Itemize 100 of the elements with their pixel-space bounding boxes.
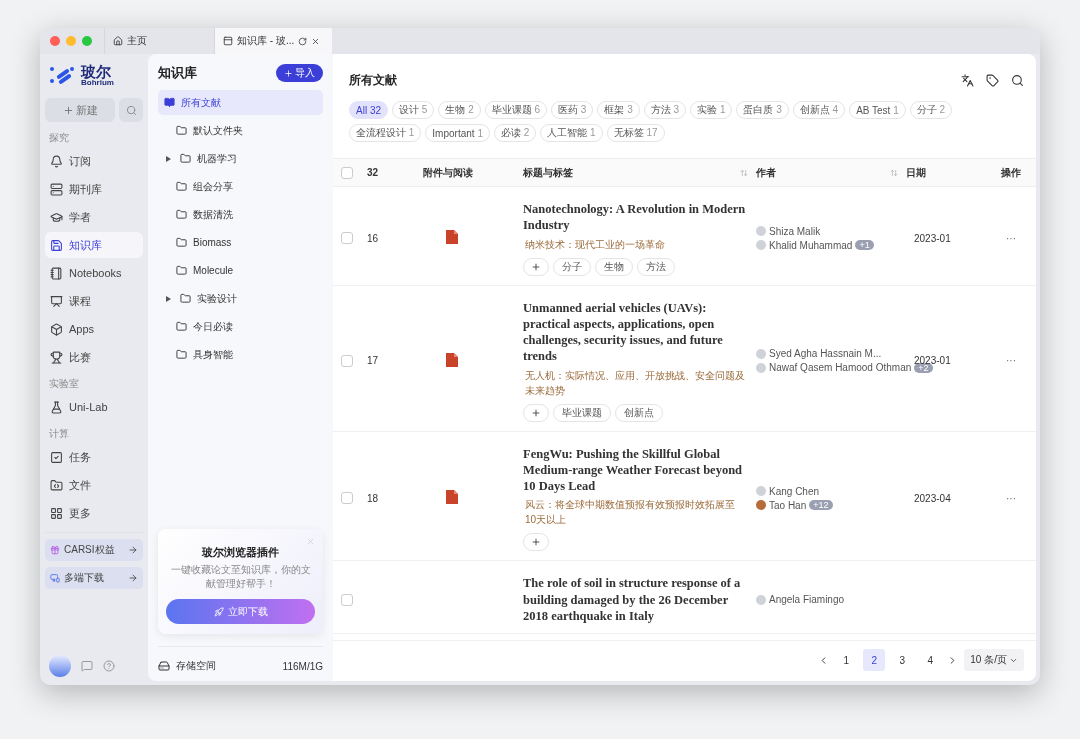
tag-filter[interactable]: 毕业课题 6 (484, 101, 548, 119)
nav-item[interactable]: 学者 (45, 204, 143, 230)
help-icon[interactable] (103, 660, 115, 672)
folder-item[interactable]: Biomass (158, 230, 323, 255)
author-name[interactable]: Syed Agha Hassnain M... (769, 348, 882, 359)
folder-item[interactable]: 数据清洗 (158, 202, 323, 227)
storage-label: 存储空间 (176, 659, 217, 673)
page-button[interactable]: 3 (891, 649, 914, 671)
more-actions-button[interactable]: ··· (986, 355, 1036, 366)
page-button[interactable]: 4 (919, 649, 942, 671)
tag-filter[interactable]: All 32 (349, 101, 389, 119)
pdf-icon[interactable] (445, 489, 459, 506)
page-button[interactable]: 1 (835, 649, 858, 671)
add-tag-button[interactable] (523, 257, 549, 276)
import-button[interactable]: 导入 (276, 64, 323, 82)
tag-filter[interactable]: 设计 5 (392, 101, 435, 119)
browser-tab[interactable]: 知识库 - 玻... (214, 28, 332, 54)
new-button[interactable]: 新建 (45, 98, 115, 122)
nav-item[interactable]: 期刊库 (45, 176, 143, 202)
tag-filter[interactable]: 蛋白质 3 (736, 101, 789, 119)
close-icon[interactable] (311, 36, 321, 46)
select-all-checkbox[interactable] (341, 166, 353, 179)
tag-filter[interactable]: 医药 3 (551, 101, 594, 119)
paper-title[interactable]: FengWu: Pushing the Skillful Global Medium-range Weather Forecast beyond 10 Days Lead (523, 445, 746, 495)
translated-title: 风云：将全球中期数值预报有效预报时效拓展至10天以上 (524, 498, 736, 528)
more-actions-button[interactable]: ··· (986, 492, 1036, 504)
folder-item[interactable]: 具身智能 (158, 342, 323, 367)
author-name[interactable]: Khalid Muhammad (769, 239, 853, 251)
nav-item[interactable]: 更多 (45, 500, 143, 526)
bell-icon (50, 154, 63, 168)
tab-label: 主页 (127, 34, 147, 48)
add-tag-button[interactable] (523, 403, 549, 422)
close-light[interactable] (50, 36, 60, 46)
zoom-light[interactable] (82, 36, 92, 46)
more-actions-button[interactable]: ··· (986, 232, 1036, 244)
home-icon (113, 36, 123, 46)
tag-filter[interactable]: AB Test 1 (849, 101, 906, 119)
nav-item[interactable]: 任务 (45, 444, 143, 470)
tag-filter[interactable]: 全流程设计 1 (349, 124, 422, 142)
sort-icon[interactable] (740, 168, 748, 177)
nav-item[interactable]: 文件 (45, 472, 143, 498)
tag-filter[interactable]: 框架 3 (597, 101, 640, 119)
nav-item[interactable]: Uni-Lab (45, 394, 143, 420)
row-checkbox[interactable] (341, 593, 353, 606)
nav-item[interactable]: 比赛 (45, 344, 143, 370)
page-size-select[interactable]: 10 条/页 (964, 649, 1024, 671)
promo-button[interactable]: 多端下载 (45, 567, 143, 589)
author-name[interactable]: Tao Han (769, 499, 807, 511)
promo-button[interactable]: CARSI权益 (45, 539, 143, 561)
add-tag-button[interactable] (523, 533, 549, 552)
chat-icon[interactable] (81, 660, 93, 672)
page-title: 所有文献 (349, 72, 397, 89)
user-avatar[interactable] (49, 655, 71, 677)
nav-item[interactable]: 订阅 (45, 148, 143, 174)
tag-icon[interactable] (986, 74, 999, 87)
paper-title[interactable]: The role of soil in structure response of a building damaged by the 26 December 2018 earthquake in Italy (523, 575, 746, 624)
translate-icon[interactable] (961, 74, 974, 87)
row-checkbox[interactable] (341, 492, 353, 505)
download-button[interactable]: 立即下载 (166, 599, 315, 624)
nav-item[interactable]: Notebooks (45, 260, 143, 286)
tag-filter[interactable]: 方法 3 (643, 101, 687, 119)
paper-title[interactable]: Nanotechnology: A Revolution in Modern Industry (523, 201, 746, 234)
folder-item[interactable]: 默认文件夹 (158, 118, 323, 143)
pdf-icon[interactable] (445, 229, 459, 246)
row-checkbox[interactable] (341, 354, 353, 367)
nav-item[interactable]: 课程 (45, 288, 143, 314)
tag-filter[interactable]: 分子 2 (909, 101, 953, 119)
sort-icon[interactable] (890, 168, 898, 177)
author-name[interactable]: Kang Chen (769, 485, 820, 497)
tag-filter[interactable]: 创新点 4 (792, 101, 846, 119)
author-name[interactable]: Shiza Malik (769, 225, 821, 237)
folder-item[interactable]: 机器学习 (158, 146, 323, 171)
tag-filter[interactable]: 实验 1 (690, 101, 733, 119)
caret-icon[interactable] (166, 155, 171, 162)
folder-item[interactable]: 所有文献 (158, 90, 323, 115)
reload-icon[interactable] (298, 36, 308, 46)
page-button[interactable]: 2 (863, 649, 886, 671)
search-button[interactable] (119, 98, 143, 122)
minimize-light[interactable] (66, 36, 76, 46)
tag-filter[interactable]: 无标签 17 (606, 124, 665, 142)
nav-item[interactable]: Apps (45, 316, 143, 342)
tag-filter[interactable]: 生物 2 (438, 101, 481, 119)
paper-title[interactable]: Unmanned aerial vehicles (UAVs): practical aspects, applications, open challenges, security issues, and future trends (523, 299, 746, 365)
author-name[interactable]: Angela Fiamingo (769, 594, 845, 606)
search-icon[interactable] (1011, 74, 1024, 87)
folder-item[interactable]: Molecule (158, 258, 323, 283)
folder-item[interactable]: 实验设计 (158, 286, 323, 311)
pdf-icon[interactable] (445, 351, 459, 368)
plus-icon (531, 537, 541, 548)
row-checkbox[interactable] (341, 232, 353, 245)
folder-item[interactable]: 今日必读 (158, 314, 323, 339)
nav-item[interactable]: 知识库 (45, 232, 143, 258)
column-header[interactable]: 作者 (756, 165, 906, 180)
tag-filter[interactable]: 人工智能 1 (540, 124, 603, 142)
tag-filter[interactable]: Important 1 (425, 124, 490, 142)
tag-filter[interactable]: 必读 2 (493, 124, 537, 142)
author-name[interactable]: Nawaf Qasem Hamood Othman (769, 362, 912, 373)
column-header[interactable]: 标题与标签 (523, 165, 756, 180)
folder-item[interactable]: 组会分享 (158, 174, 323, 199)
caret-icon[interactable] (166, 295, 171, 302)
